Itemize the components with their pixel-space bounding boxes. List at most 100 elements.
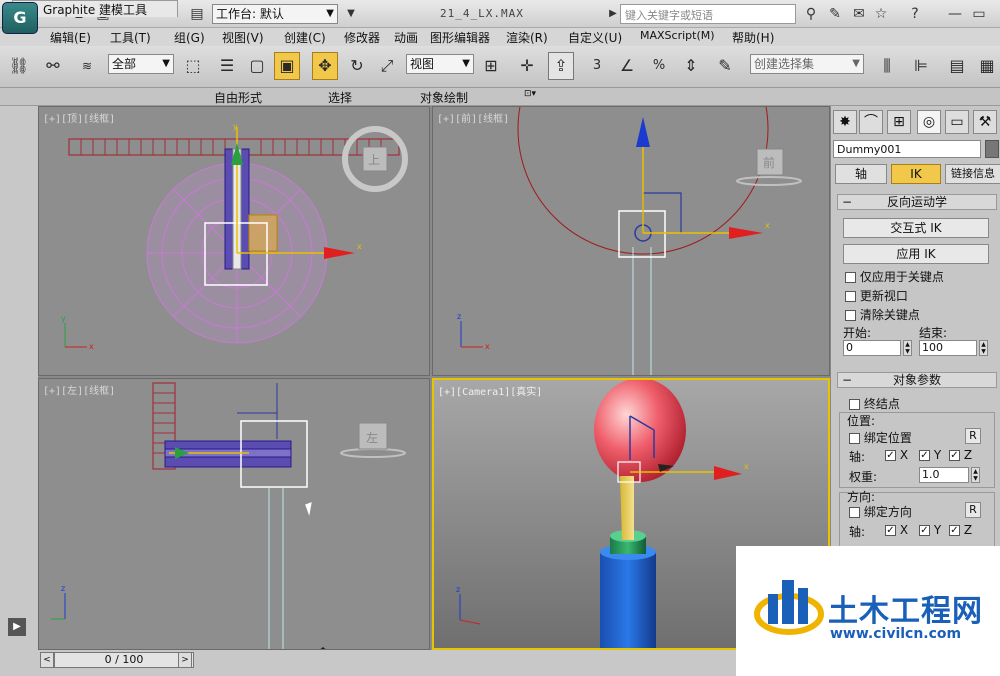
utilities-tab-icon[interactable]: ⚒: [973, 110, 997, 134]
object-name-field[interactable]: Dummy001: [833, 140, 981, 158]
menu-modifiers[interactable]: 修改器: [344, 29, 380, 46]
menu-edit[interactable]: 编辑(E): [50, 29, 91, 46]
keyboard-shortcut-override-icon[interactable]: ⇪: [548, 52, 574, 80]
tab-pivot[interactable]: 轴: [835, 164, 887, 184]
weight-spinner-arrows-icon[interactable]: ▲ ▼: [971, 467, 980, 483]
bind-orientation-checkbox[interactable]: [849, 507, 860, 518]
menu-help[interactable]: 帮助(H): [732, 29, 774, 46]
select-rotate-icon[interactable]: ↻: [344, 52, 370, 80]
ribbon-options-icon[interactable]: ⊡▾: [524, 89, 536, 99]
align-icon[interactable]: ⊫: [908, 52, 934, 80]
menu-customize[interactable]: 自定义(U): [568, 29, 622, 46]
menu-graph-editors[interactable]: 图形编辑器: [430, 29, 490, 46]
motion-tab-icon[interactable]: ◎: [917, 110, 941, 134]
bind-position-checkbox[interactable]: [849, 433, 860, 444]
app-logo-icon[interactable]: G: [2, 2, 38, 34]
menu-animation[interactable]: 动画: [394, 29, 418, 46]
clear-keys-checkbox[interactable]: [845, 310, 856, 321]
selection-filter-dropdown[interactable]: 全部 ▼: [108, 54, 174, 74]
weight-spinner-input[interactable]: 1.0: [919, 467, 969, 483]
time-prev-icon[interactable]: <: [40, 652, 54, 668]
display-tab-icon[interactable]: ▭: [945, 110, 969, 134]
terminator-option[interactable]: 终结点: [849, 395, 900, 412]
menu-maxscript[interactable]: MAXScript(M): [640, 29, 715, 42]
menu-view[interactable]: 视图(V): [222, 29, 264, 46]
menu-tools[interactable]: 工具(T): [110, 29, 151, 46]
favorites-star-icon[interactable]: ☆: [872, 5, 890, 23]
ik-rollout-header[interactable]: − 反向运动学: [837, 194, 997, 210]
position-axis-x[interactable]: ✓ X: [885, 448, 908, 462]
position-x-checkbox[interactable]: ✓: [885, 450, 896, 461]
time-next-icon[interactable]: >: [178, 652, 192, 668]
graphite-toggle-icon[interactable]: ▦: [974, 52, 1000, 80]
position-y-checkbox[interactable]: ✓: [919, 450, 930, 461]
named-selection-sets-dropdown[interactable]: 创建选择集 ▼: [750, 54, 864, 74]
orientation-y-checkbox[interactable]: ✓: [919, 525, 930, 536]
terminator-checkbox[interactable]: [849, 399, 860, 410]
bind-position-r-button[interactable]: R: [965, 428, 981, 444]
viewport-camera-label[interactable]: [+][Camera1][真实]: [438, 383, 542, 398]
help-icon[interactable]: ?: [906, 5, 924, 23]
binoculars-icon[interactable]: ⚲: [802, 5, 820, 23]
viewport-left[interactable]: [+][左][线框] 左 z: [38, 378, 430, 650]
start-spinner-input[interactable]: 0: [843, 340, 901, 356]
apply-ik-button[interactable]: 应用 IK: [843, 244, 989, 264]
end-spinner-arrows-icon[interactable]: ▲ ▼: [979, 340, 988, 356]
search-input[interactable]: 键入关键字或短语: [620, 4, 796, 24]
position-z-checkbox[interactable]: ✓: [949, 450, 960, 461]
spinner-snap-icon[interactable]: ⇕: [678, 52, 704, 80]
viewport-top[interactable]: [+][顶][线框] x y 上 y x: [38, 106, 430, 376]
select-object-icon[interactable]: ⬚: [180, 52, 206, 80]
menu-rendering[interactable]: 渲染(R): [506, 29, 548, 46]
project-folder-icon[interactable]: ▤: [188, 5, 206, 23]
end-spinner-input[interactable]: 100: [919, 340, 977, 356]
menu-create[interactable]: 创建(C): [284, 29, 326, 46]
select-move-icon[interactable]: ✥: [312, 52, 338, 80]
percent-snap-icon[interactable]: %: [646, 52, 672, 80]
snaps-toggle-icon[interactable]: 3: [584, 52, 610, 80]
start-spinner-arrows-icon[interactable]: ▲ ▼: [903, 340, 912, 356]
orientation-axis-x[interactable]: ✓ X: [885, 523, 908, 537]
angle-snap-icon[interactable]: ∠: [614, 52, 640, 80]
tab-freeform[interactable]: 自由形式: [214, 89, 262, 106]
viewport-left-label[interactable]: [+][左][线框]: [43, 382, 115, 397]
select-by-name-icon[interactable]: ☰: [214, 52, 240, 80]
select-scale-icon[interactable]: ⤢: [374, 52, 400, 80]
mirror-icon[interactable]: ⫼: [874, 52, 900, 80]
viewport-top-label[interactable]: [+][顶][线框]: [43, 110, 115, 125]
only-keys-checkbox[interactable]: [845, 272, 856, 283]
menu-group[interactable]: 组(G): [174, 29, 205, 46]
link-icon[interactable]: ⛓: [6, 52, 32, 80]
reference-coordinate-dropdown[interactable]: 视图 ▼: [406, 54, 474, 74]
maximize-icon[interactable]: ▭: [970, 5, 988, 23]
rectangular-region-icon[interactable]: ▢: [244, 52, 270, 80]
edit-named-selection-icon[interactable]: ✎: [712, 52, 738, 80]
tab-selection[interactable]: 选择: [328, 89, 352, 106]
position-axis-y[interactable]: ✓ Y: [919, 448, 941, 462]
tab-link-info[interactable]: 链接信息: [945, 164, 1000, 184]
bind-spacewarp-icon[interactable]: ≋: [74, 52, 100, 80]
bind-orientation-r-button[interactable]: R: [965, 502, 981, 518]
position-axis-z[interactable]: ✓ Z: [949, 448, 972, 462]
play-icon[interactable]: ▶: [8, 618, 26, 636]
orientation-x-checkbox[interactable]: ✓: [885, 525, 896, 536]
interactive-ik-button[interactable]: 交互式 IK: [843, 218, 989, 238]
workspace-dropdown[interactable]: 工作台: 默认 ▼: [212, 4, 338, 24]
bind-position-option[interactable]: 绑定位置: [849, 429, 912, 446]
pivot-center-icon[interactable]: ⊞: [478, 52, 504, 80]
viewport-front-label[interactable]: [+][前][线框]: [437, 110, 509, 125]
modify-tab-icon[interactable]: ⌒: [859, 110, 883, 134]
tab-ik[interactable]: IK: [891, 164, 941, 184]
subscription-icon[interactable]: ✎: [826, 5, 844, 23]
create-tab-icon[interactable]: ✸: [833, 110, 857, 134]
orientation-axis-z[interactable]: ✓ Z: [949, 523, 972, 537]
layer-manager-icon[interactable]: ▤: [944, 52, 970, 80]
orientation-z-checkbox[interactable]: ✓: [949, 525, 960, 536]
bind-orientation-option[interactable]: 绑定方向: [849, 503, 912, 520]
only-keys-option[interactable]: 仅应用于关键点: [845, 268, 944, 285]
object-color-swatch[interactable]: [985, 140, 999, 158]
communication-icon[interactable]: ✉: [850, 5, 868, 23]
time-slider[interactable]: 0 / 100: [54, 652, 194, 668]
viewport-front[interactable]: [+][前][线框] x 前 z x: [432, 106, 830, 376]
clear-keys-option[interactable]: 清除关键点: [845, 306, 920, 323]
